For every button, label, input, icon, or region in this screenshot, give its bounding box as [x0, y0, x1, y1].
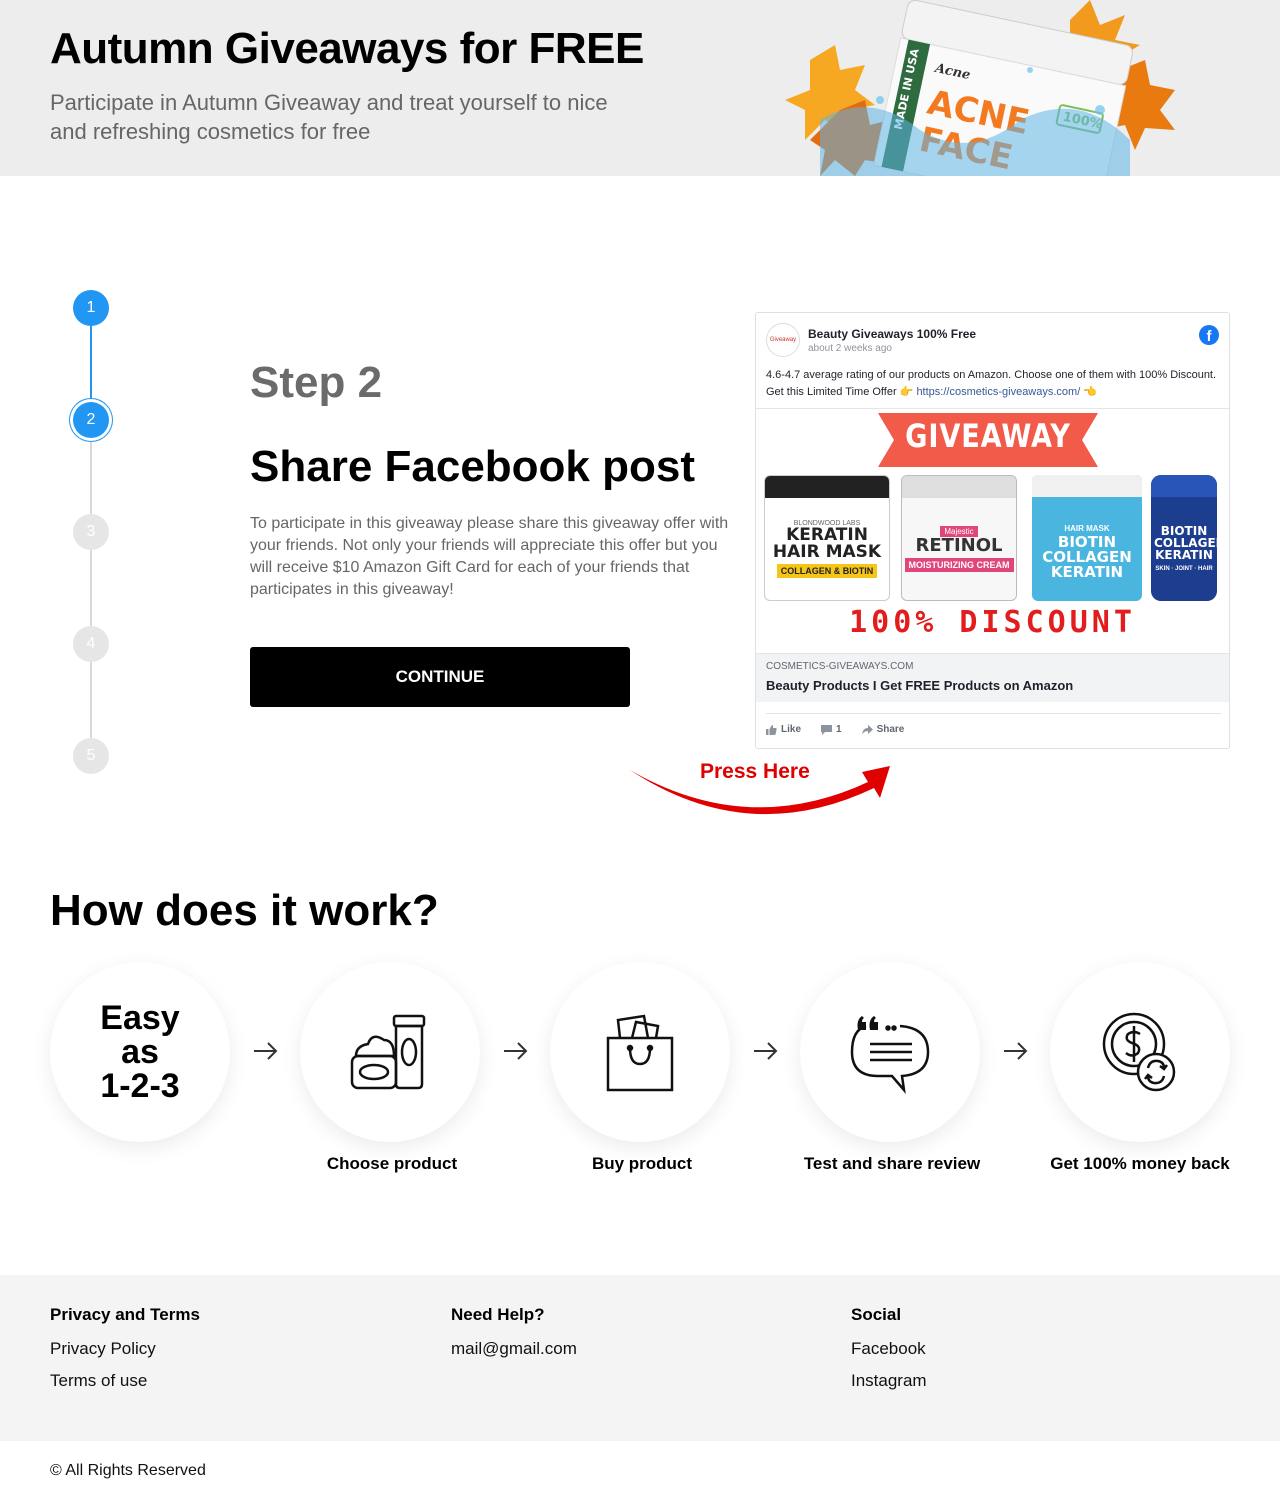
- comment-icon: [821, 724, 833, 735]
- cosmetics-icon: [350, 1014, 426, 1090]
- support-email-link[interactable]: mail@gmail.com: [451, 1339, 577, 1359]
- link-headline: Beauty Products I Get FREE Products on A…: [766, 678, 1074, 693]
- post-actions: Like 1 Share: [766, 713, 1221, 735]
- step-indicator-5[interactable]: 5: [73, 738, 109, 774]
- product-biotin-hair-mask: HAIR MASK BIOTIN COLLAGEN KERATIN: [1032, 475, 1142, 601]
- step-label-money-back: Get 100% money back: [1050, 1154, 1230, 1173]
- easy-line-1: Easy: [100, 999, 180, 1037]
- step-label-choose: Choose product: [326, 1154, 458, 1173]
- footer: Privacy and Terms Privacy Policy Terms o…: [0, 1275, 1280, 1441]
- page-avatar[interactable]: Giveaway: [766, 323, 800, 357]
- link-preview[interactable]: COSMETICS-GIVEAWAYS.COM Beauty Products …: [756, 654, 1229, 702]
- product-retinol-cream: Majestic RETINOL MOISTURIZING CREAM: [901, 475, 1017, 601]
- page-subtitle: Participate in Autumn Giveaway and treat…: [50, 90, 608, 144]
- step-title: Share Facebook post: [250, 442, 696, 491]
- arrow-right-icon: [254, 1042, 278, 1060]
- post-timestamp[interactable]: about 2 weeks ago: [808, 343, 892, 354]
- curved-arrow-icon: [630, 766, 890, 815]
- money-back-icon: [1102, 1012, 1176, 1092]
- easy-line-3: 1-2-3: [100, 1067, 180, 1105]
- footer-heading-privacy: Privacy and Terms: [50, 1305, 200, 1324]
- step-indicator-3[interactable]: 3: [73, 514, 109, 550]
- share-button[interactable]: Share: [861, 724, 905, 735]
- product-tag: SKIN · JOINT · HAIR: [1155, 565, 1213, 572]
- money-back-card: [1050, 962, 1230, 1142]
- hero-header: Autumn Giveaways for FREE Participate in…: [0, 0, 1280, 176]
- page-title: Autumn Giveaways for FREE: [50, 24, 644, 73]
- like-label: Like: [781, 724, 802, 735]
- step-label-review: Test and share review: [803, 1154, 981, 1173]
- terms-of-use-link[interactable]: Terms of use: [50, 1371, 200, 1391]
- product-name: BIOTIN COLLAGEN KERATIN: [1042, 532, 1132, 581]
- continue-button[interactable]: CONTINUE: [250, 647, 630, 707]
- easy-line-2: as: [121, 1033, 159, 1071]
- step-indicator-1[interactable]: 1: [73, 290, 109, 326]
- step-label-buy: Buy product: [591, 1154, 693, 1173]
- step-indicator-4[interactable]: 4: [73, 626, 109, 662]
- review-chat-icon: [850, 1016, 930, 1094]
- privacy-policy-link[interactable]: Privacy Policy: [50, 1339, 200, 1359]
- post-link[interactable]: https://cosmetics-giveaways.com/: [916, 386, 1080, 398]
- product-jar-image: MADE IN USA Acne ACNE FACE 100%: [785, 0, 1175, 176]
- facebook-post-embed[interactable]: Giveaway Beauty Giveaways 100% Free abou…: [755, 312, 1230, 749]
- product-name: RETINOL: [915, 535, 1003, 556]
- review-card: [800, 962, 980, 1142]
- instagram-link[interactable]: Instagram: [851, 1371, 927, 1391]
- share-label: Share: [876, 724, 905, 735]
- facebook-logo-icon[interactable]: f: [1199, 325, 1219, 345]
- facebook-link[interactable]: Facebook: [851, 1339, 927, 1359]
- post-image[interactable]: GIVEAWAY BLONDWOOD LABS KERATIN HAIR MAS…: [756, 408, 1229, 654]
- step-connector-2: [90, 420, 92, 756]
- product-name: BIOTIN COLLAGEN KERATIN: [1154, 523, 1217, 562]
- discount-text: 100% DISCOUNT: [849, 605, 1136, 640]
- step-indicator-2[interactable]: 2: [73, 402, 109, 438]
- product-name: KERATIN HAIR MASK: [772, 525, 882, 562]
- giveaway-banner-text: GIVEAWAY: [905, 417, 1071, 455]
- post-page-name[interactable]: Beauty Giveaways 100% Free: [808, 327, 976, 341]
- thumbs-up-icon: [766, 724, 777, 735]
- comment-count: 1: [836, 724, 842, 735]
- product-tag: MOISTURIZING CREAM: [904, 558, 1014, 572]
- like-button[interactable]: Like: [766, 724, 801, 735]
- footer-help-column: Need Help? mail@gmail.com: [451, 1305, 577, 1371]
- post-text-end: 👈: [1080, 386, 1098, 398]
- buy-product-card: [550, 962, 730, 1142]
- share-arrow-icon: [861, 724, 873, 734]
- arrow-right-icon: [1004, 1042, 1028, 1060]
- link-domain: COSMETICS-GIVEAWAYS.COM: [766, 661, 914, 672]
- progress-stepper: 1 2 3 4 5: [60, 280, 120, 780]
- product-tag: COLLAGEN & BIOTIN: [776, 564, 878, 578]
- how-it-works-title: How does it work?: [50, 886, 439, 935]
- arrow-right-icon: [754, 1042, 778, 1060]
- step-label: Step 2: [250, 358, 383, 407]
- shopping-bag-icon: [606, 1014, 674, 1092]
- product-keratin-hair-mask: BLONDWOOD LABS KERATIN HAIR MASK COLLAGE…: [764, 475, 890, 601]
- arrow-right-icon: [504, 1042, 528, 1060]
- footer-privacy-column: Privacy and Terms Privacy Policy Terms o…: [50, 1305, 200, 1403]
- post-text: 4.6-4.7 average rating of our products o…: [766, 367, 1221, 401]
- easy-as-123-badge: Easy as 1-2-3: [50, 962, 230, 1142]
- choose-product-card: [300, 962, 480, 1142]
- footer-social-column: Social Facebook Instagram: [851, 1305, 927, 1403]
- copyright-text: © All Rights Reserved: [50, 1462, 206, 1479]
- step-description: To participate in this giveaway please s…: [250, 515, 729, 598]
- footer-heading-help: Need Help?: [451, 1305, 545, 1324]
- footer-heading-social: Social: [851, 1305, 902, 1324]
- product-biotin-capsules: BIOTIN COLLAGEN KERATIN SKIN · JOINT · H…: [1151, 475, 1217, 601]
- comment-button[interactable]: 1: [821, 724, 842, 735]
